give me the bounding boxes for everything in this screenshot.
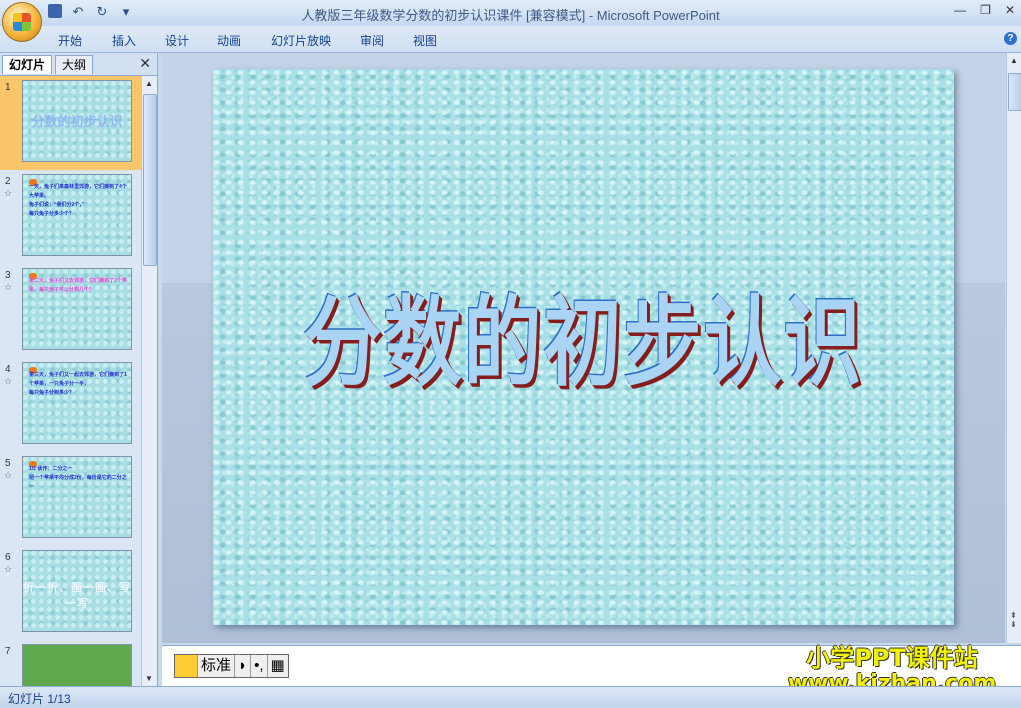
ime-toolbar[interactable]: 标准 ◗ •, ▦ xyxy=(174,654,289,678)
thumbnail-image: 分数的初步认识 xyxy=(22,80,132,162)
thumbnail-image: 折一折、画一画、写一写 xyxy=(22,550,132,632)
slide-number: 2 xyxy=(5,176,11,187)
keyboard-icon[interactable]: ▦ xyxy=(268,655,288,677)
ime-mode[interactable]: 标准 xyxy=(198,655,236,677)
thumbnail-title: 折一折、画一画、写一写 xyxy=(23,582,131,610)
scroll-thumb[interactable] xyxy=(143,94,157,266)
tab-outline[interactable]: 大纲 xyxy=(55,55,94,74)
thumbnail-text: 一天，兔子们来森林里郊游，它们摘到了4个大苹果。 兔子们说：“我们分2个，” 每… xyxy=(29,184,127,217)
restore-icon[interactable]: ❐ xyxy=(980,3,991,17)
slide-counter: 幻灯片 1/13 xyxy=(8,692,71,706)
slide-thumbnail-7[interactable]: 7 xyxy=(0,640,141,686)
tab-home[interactable]: 开始 xyxy=(58,32,82,49)
thumbnail-image: 第二天，兔子们又去郊游，它们摘到了2个苹果，每只兔子可以分到几个？ xyxy=(22,268,132,350)
minimize-icon[interactable]: — xyxy=(954,3,966,17)
half-moon-icon[interactable]: ◗ xyxy=(235,655,252,677)
notes-pane[interactable]: 标准 ◗ •, ▦ 小学PPT课件站 www.kjzhan.com xyxy=(162,644,1021,696)
punctuation-icon[interactable]: •, xyxy=(251,655,268,677)
animation-star-icon: ☆ xyxy=(4,188,13,198)
scroll-down-icon[interactable]: ▼ xyxy=(145,674,153,683)
tab-slides[interactable]: 幻灯片 xyxy=(2,55,53,74)
slide-thumbnail-3[interactable]: 3 ☆ 第二天，兔子们又去郊游，它们摘到了2个苹果，每只兔子可以分到几个？ xyxy=(0,264,141,358)
ribbon-tabs: 开始 插入 设计 动画 幻灯片放映 审阅 视图 ? xyxy=(0,26,1021,53)
slide-thumbnail-6[interactable]: 6 ☆ 折一折、画一画、写一写 xyxy=(0,546,141,640)
close-icon[interactable]: ✕ xyxy=(1005,3,1015,17)
thumbnail-image: 1/2 读作：二分之一 把一个苹果平均分成2份，每份是它的二分之一 xyxy=(22,456,132,538)
previous-slide-icon[interactable]: ⇞ xyxy=(1010,611,1017,620)
animation-star-icon: ☆ xyxy=(4,564,13,574)
thumbnail-text: 第三天，兔子们又一起去郊游，它们摘到了1个苹果，一只兔子分一半， 每只兔子分到多… xyxy=(29,372,127,396)
office-logo-icon xyxy=(13,13,31,31)
scroll-up-icon[interactable]: ▲ xyxy=(145,79,153,88)
slide-number: 7 xyxy=(5,646,11,657)
scroll-up-icon[interactable]: ▲ xyxy=(1010,56,1018,65)
slide-scrollbar[interactable]: ▲ ⇞ ⇟ xyxy=(1006,53,1021,643)
current-slide[interactable]: 分数的初步认识 xyxy=(213,69,954,625)
slide-title[interactable]: 分数的初步认识 xyxy=(213,265,954,405)
animation-star-icon: ☆ xyxy=(4,470,13,480)
slide-number: 5 xyxy=(5,458,11,469)
slide-nav-arrows[interactable]: ⇞ ⇟ xyxy=(1010,611,1017,629)
thumbnail-title: 分数的初步认识 xyxy=(31,115,123,130)
watermark-line1: 小学PPT课件站 xyxy=(806,644,978,672)
tab-design[interactable]: 设计 xyxy=(165,32,189,49)
help-icon[interactable]: ? xyxy=(1004,32,1017,45)
tab-insert[interactable]: 插入 xyxy=(112,32,136,49)
slide-number: 1 xyxy=(5,82,11,93)
thumbnail-text: 1/2 读作：二分之一 把一个苹果平均分成2份，每份是它的二分之一 xyxy=(29,466,127,490)
pane-tabs: 幻灯片 大纲 ✕ xyxy=(0,53,157,76)
slide-thumbnail-4[interactable]: 4 ☆ 第三天，兔子们又一起去郊游，它们摘到了1个苹果，一只兔子分一半， 每只兔… xyxy=(0,358,141,452)
animation-star-icon: ☆ xyxy=(4,376,13,386)
slides-pane: 幻灯片 大纲 ✕ 1 分数的初步认识 2 ☆ 一天，兔子们来森林里郊游，它们摘到… xyxy=(0,53,158,686)
scroll-thumb[interactable] xyxy=(1008,73,1021,111)
title-bar: ↶ ↻ ▾ 人教版三年级数学分数的初步认识课件 [兼容模式] - Microso… xyxy=(0,0,1021,42)
thumbnail-image: 一天，兔子们来森林里郊游，它们摘到了4个大苹果。 兔子们说：“我们分2个，” 每… xyxy=(22,174,132,256)
slide-thumbnail-2[interactable]: 2 ☆ 一天，兔子们来森林里郊游，它们摘到了4个大苹果。 兔子们说：“我们分2个… xyxy=(0,170,141,264)
ime-logo-icon[interactable] xyxy=(175,655,198,677)
close-icon[interactable]: ✕ xyxy=(139,55,151,72)
status-bar: 幻灯片 1/13 xyxy=(0,686,1021,708)
window-title: 人教版三年级数学分数的初步认识课件 [兼容模式] - Microsoft Pow… xyxy=(301,8,720,23)
thumbnail-image: 第三天，兔子们又一起去郊游，它们摘到了1个苹果，一只兔子分一半， 每只兔子分到多… xyxy=(22,362,132,444)
slide-thumbnail-5[interactable]: 5 ☆ 1/2 读作：二分之一 把一个苹果平均分成2份，每份是它的二分之一 xyxy=(0,452,141,546)
slide-number: 6 xyxy=(5,552,11,563)
slide-thumbnails: 1 分数的初步认识 2 ☆ 一天，兔子们来森林里郊游，它们摘到了4个大苹果。 兔… xyxy=(0,76,141,686)
animation-star-icon: ☆ xyxy=(4,282,13,292)
next-slide-icon[interactable]: ⇟ xyxy=(1010,620,1017,629)
tab-review[interactable]: 审阅 xyxy=(360,32,384,49)
office-button[interactable] xyxy=(2,2,42,42)
thumbnail-image xyxy=(22,644,132,686)
slide-number: 3 xyxy=(5,270,11,281)
thumbnail-text: 第二天，兔子们又去郊游，它们摘到了2个苹果，每只兔子可以分到几个？ xyxy=(29,278,127,293)
window-controls: — ❐ ✕ xyxy=(954,3,1015,17)
slide-thumbnail-1[interactable]: 1 分数的初步认识 xyxy=(0,76,141,170)
slide-number: 4 xyxy=(5,364,11,375)
tab-slideshow[interactable]: 幻灯片放映 xyxy=(271,32,331,49)
tab-animations[interactable]: 动画 xyxy=(217,32,241,49)
tab-view[interactable]: 视图 xyxy=(413,32,437,49)
thumbnail-scrollbar[interactable]: ▲ ▼ xyxy=(141,76,157,686)
slide-editing-area: 分数的初步认识 xyxy=(162,53,1005,643)
